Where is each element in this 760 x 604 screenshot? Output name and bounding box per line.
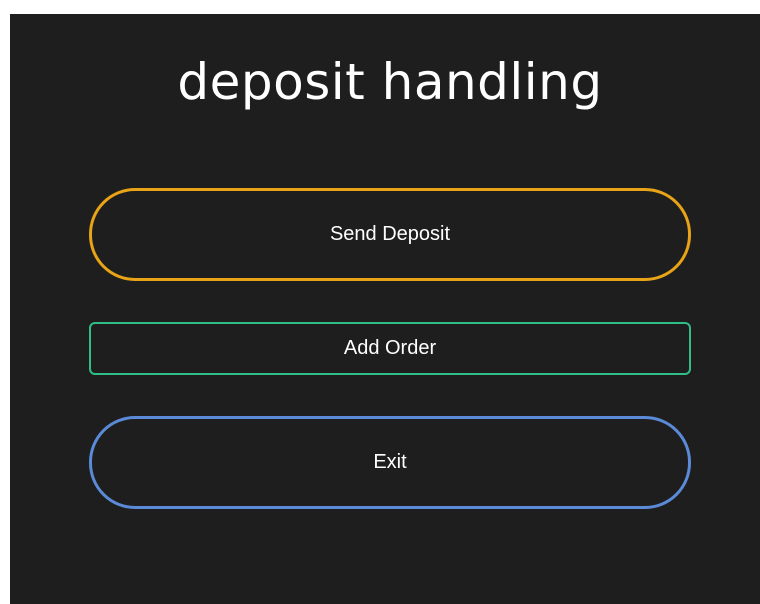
send-deposit-button[interactable]: Send Deposit (89, 188, 691, 281)
page-title: deposit handling (177, 53, 603, 111)
exit-label: Exit (373, 451, 407, 473)
send-deposit-label: Send Deposit (329, 223, 451, 245)
add-order-button[interactable]: Add Order (89, 322, 691, 375)
exit-button[interactable]: Exit (89, 416, 691, 509)
add-order-label: Add Order (343, 337, 437, 359)
